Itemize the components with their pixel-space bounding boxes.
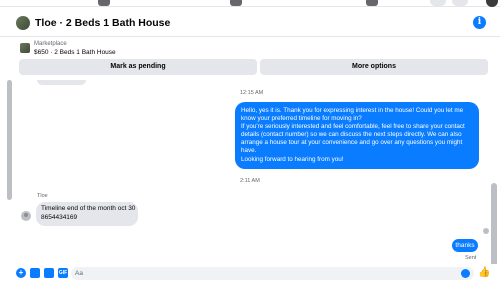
sent-status: Sent [465,255,477,261]
sticker-icon[interactable] [44,268,54,278]
emoji-icon[interactable] [461,269,470,278]
message-line: Timeline end of the month oct 30 [41,205,136,212]
marketplace-nav-icon[interactable] [98,0,110,6]
timestamp: 12:15 AM [240,90,264,96]
incoming-message-bubble[interactable]: Timeline end of the month oct 30 8654434… [36,202,138,226]
gif-icon[interactable]: GIF [58,268,68,278]
message-composer: + GIF 👍 [0,264,500,283]
image-icon[interactable] [30,268,40,278]
messenger-icon[interactable] [452,0,468,6]
top-navigation-bar [0,0,500,7]
reply-message-bubble[interactable]: thanks [452,239,478,252]
more-options-button[interactable]: More options [260,59,488,75]
page-scrollbar[interactable] [491,183,497,264]
message-line: have. [241,147,257,155]
listing-price-title[interactable]: $650 · 2 Beds 1 Bath House [34,49,116,56]
sender-avatar[interactable] [21,211,31,221]
timestamp: 2:11 AM [240,178,260,184]
message-line: 8654434169 [41,213,78,221]
gaming-nav-icon[interactable] [366,0,378,6]
plus-icon[interactable]: + [16,268,26,278]
previous-message-bubble[interactable] [37,80,86,85]
message-line: details (contact number) so we can discu… [241,131,462,139]
menu-icon[interactable] [430,0,446,6]
outgoing-message-bubble[interactable]: Hello, yes it is. Thank you for expressi… [235,102,479,169]
message-line: know your preferred timeline for moving … [241,115,362,123]
message-input[interactable] [75,268,455,279]
message-line: Looking forward to hearing from you! [241,155,344,163]
message-thread: 12:15 AM Hello, yes it is. Thank you for… [0,80,500,264]
listing-image[interactable] [20,43,30,53]
info-icon[interactable]: i [473,16,486,29]
message-input-container [71,267,474,280]
groups-nav-icon[interactable] [230,0,242,6]
listing-thumbnail[interactable] [16,16,30,30]
sender-name: Tloe [37,193,48,199]
like-icon[interactable]: 👍 [478,267,490,278]
message-line: If you're seriously interested and feel … [241,123,465,131]
thread-scrollbar[interactable] [7,80,12,200]
mark-as-pending-button[interactable]: Mark as pending [19,59,257,75]
marketplace-label: Marketplace [34,41,67,47]
message-line: arrange a house tour at your convenience… [241,139,463,147]
profile-avatar[interactable] [486,0,498,7]
marketplace-listing-panel: Marketplace $650 · 2 Beds 1 Bath House M… [0,38,500,80]
message-line: Hello, yes it is. Thank you for expressi… [241,107,464,114]
chat-header: Tloe · 2 Beds 1 Bath House i [0,9,500,37]
seen-indicator-avatar [483,228,489,234]
chat-title[interactable]: Tloe · 2 Beds 1 Bath House [35,17,170,29]
